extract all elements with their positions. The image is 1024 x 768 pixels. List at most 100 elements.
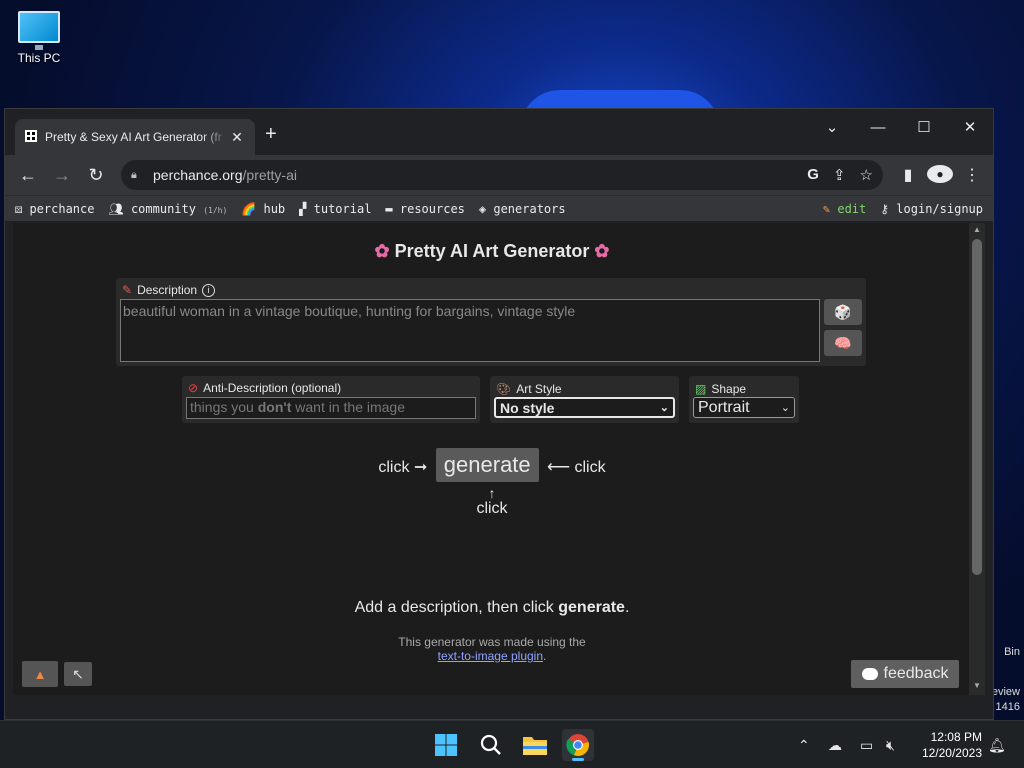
profile-avatar-icon[interactable]: ● <box>927 165 953 185</box>
browser-window: Pretty & Sexy AI Art Generator (fr ✕ + ⌄… <box>4 108 994 720</box>
chevron-down-icon: ⌄ <box>659 402 669 414</box>
show-hidden-icons-chevron-icon[interactable]: ⌃ <box>798 721 810 768</box>
lock-icon[interactable]: 🔒︎ <box>131 169 143 182</box>
login-link[interactable]: ⚷ login/signup <box>880 202 983 216</box>
bookmark-star-icon[interactable]: ☆ <box>860 166 873 184</box>
anti-placeholder-bold: don't <box>257 399 292 415</box>
this-pc-desktop-icon[interactable]: This PC <box>14 8 64 65</box>
tab-search-chevron-icon[interactable]: ⌄ <box>809 113 855 141</box>
google-icon[interactable]: G <box>807 166 819 184</box>
expand-button[interactable]: ↖ <box>64 662 92 686</box>
scroll-down-icon[interactable]: ▼ <box>969 681 985 690</box>
anti-placeholder-pre: things you <box>190 399 258 415</box>
arrow-right-icon: ➞ <box>413 459 428 476</box>
tab-close-icon[interactable]: ✕ <box>229 129 245 146</box>
bookmark-generators[interactable]: ◈ generators <box>479 202 566 216</box>
scroll-up-icon[interactable]: ▲ <box>969 225 985 234</box>
shape-label-text: Shape <box>711 382 747 396</box>
scroll-thumb[interactable] <box>972 239 982 575</box>
bookmark-label: resources <box>399 201 465 216</box>
file-explorer-icon[interactable] <box>519 729 551 761</box>
back-arrow-icon[interactable]: ← <box>13 160 43 190</box>
bookmark-perchance[interactable]: ⚄ perchance <box>15 202 94 216</box>
close-window-icon[interactable]: ✕ <box>947 113 993 141</box>
maximize-icon[interactable]: ☐ <box>901 113 947 141</box>
hint-pre: Add a description, then click <box>354 599 559 616</box>
notification-bell-icon[interactable]: 🔔︎ <box>988 721 1006 768</box>
perchance-icon: ⚄ <box>15 201 30 216</box>
chevron-down-icon: ⌄ <box>780 402 790 414</box>
bookmark-community[interactable]: 👥︎ community (1/h) <box>108 202 227 216</box>
browser-menu-icon[interactable]: ⋮ <box>959 165 985 185</box>
shape-panel: ▨ Shape Portrait ⌄ <box>689 376 799 423</box>
active-tab[interactable]: Pretty & Sexy AI Art Generator (fr ✕ <box>15 119 255 155</box>
bookmark-resources[interactable]: ▬ resources <box>385 202 464 216</box>
monitor-icon <box>18 11 60 50</box>
search-icon[interactable] <box>475 729 507 761</box>
address-bar[interactable]: 🔒︎ perchance.org/pretty-ai G ⇪ ☆ <box>121 160 883 190</box>
forward-arrow-icon[interactable]: → <box>47 160 77 190</box>
anti-description-input[interactable]: things you don't want in the image <box>186 397 476 419</box>
share-icon[interactable]: ⇪ <box>833 166 846 184</box>
url-host: perchance.org <box>153 167 243 183</box>
onedrive-cloud-icon[interactable]: ☁ <box>828 721 842 768</box>
shape-value: Portrait <box>698 398 750 416</box>
anti-placeholder-post: want in the image <box>291 399 405 415</box>
page-scrollbar[interactable]: ▲ ▼ <box>969 223 985 695</box>
text-to-image-plugin-link[interactable]: text-to-image plugin <box>438 649 543 663</box>
rainbow-icon: 🌈 <box>241 201 264 216</box>
click-hint-below-text: click <box>476 500 508 517</box>
tag-icon: ◈ <box>478 201 494 216</box>
art-style-select[interactable]: No style ⌄ <box>494 397 675 418</box>
anti-description-panel: ⊘ Anti-Description (optional) things you… <box>182 376 480 423</box>
dice-random-button[interactable]: 🎲 <box>824 299 862 325</box>
pencil-icon: ✎ <box>822 201 831 216</box>
click-hint-right: click <box>574 459 606 476</box>
description-label-text: Description <box>137 283 198 297</box>
shape-label: ▨ Shape <box>695 382 746 396</box>
bookmark-tutorial[interactable]: ▞ tutorial <box>299 202 371 216</box>
picture-icon: ▲ <box>33 666 47 682</box>
system-clock[interactable]: 12:08 PM 12/20/2023 <box>914 729 982 761</box>
feedback-button[interactable]: feedback <box>851 660 959 688</box>
key-icon: ⚷ <box>880 201 890 216</box>
description-textarea[interactable]: beautiful woman in a vintage boutique, h… <box>120 299 820 362</box>
url-path: /pretty-ai <box>242 167 297 183</box>
dice-favicon-icon <box>25 129 37 145</box>
side-panel-icon[interactable]: ▮ <box>895 165 921 185</box>
bookmark-hub[interactable]: 🌈 hub <box>241 202 285 216</box>
arrow-up-left-icon: ↖ <box>72 665 84 682</box>
generate-row: click ➞ generate ⟵ click ↑ click <box>13 448 971 518</box>
speech-bubble-icon <box>861 668 878 680</box>
description-label: ✎ Description i <box>122 283 216 297</box>
minimize-icon[interactable]: — <box>855 113 901 141</box>
art-style-value: No style <box>500 399 555 416</box>
network-icon[interactable]: ▭ <box>860 721 873 768</box>
edit-link[interactable]: ✎ edit <box>823 202 866 216</box>
anti-description-label: ⊘ Anti-Description (optional) <box>188 381 341 395</box>
page-content: ✿ Pretty AI Art Generator ✿ ✎ Descriptio… <box>13 223 971 695</box>
new-tab-icon[interactable]: + <box>265 123 277 146</box>
chrome-taskbar-icon[interactable] <box>562 729 594 761</box>
credit-text: This generator was made using the text-t… <box>13 635 971 663</box>
gallery-button[interactable]: ▲ <box>22 661 58 687</box>
arrow-up-icon: ↑ <box>488 485 496 501</box>
shape-select[interactable]: Portrait ⌄ <box>693 397 795 418</box>
bookmark-label: hub <box>263 201 286 216</box>
arrow-left-icon: ⟵ <box>547 459 571 476</box>
art-style-label-text: Art Style <box>516 382 562 396</box>
clock-time: 12:08 PM <box>930 730 982 744</box>
brain-button[interactable]: 🧠 <box>824 330 862 356</box>
volume-muted-icon[interactable]: 🔇︎ <box>886 721 895 768</box>
tutorial-icon: ▞ <box>299 201 314 216</box>
resources-icon: ▬ <box>385 201 400 216</box>
community-rate: (1/h) <box>203 205 228 215</box>
landscape-image-icon: ▨ <box>695 382 707 396</box>
recycle-bin-label-fragment: Bin <box>1004 646 1020 658</box>
start-windows-icon[interactable] <box>430 729 462 761</box>
reload-icon[interactable]: ↻ <box>81 160 111 190</box>
generate-button[interactable]: generate <box>435 448 539 482</box>
info-icon[interactable]: i <box>202 283 216 297</box>
bookmark-label: tutorial <box>313 201 372 216</box>
clock-date: 12/20/2023 <box>921 746 982 760</box>
